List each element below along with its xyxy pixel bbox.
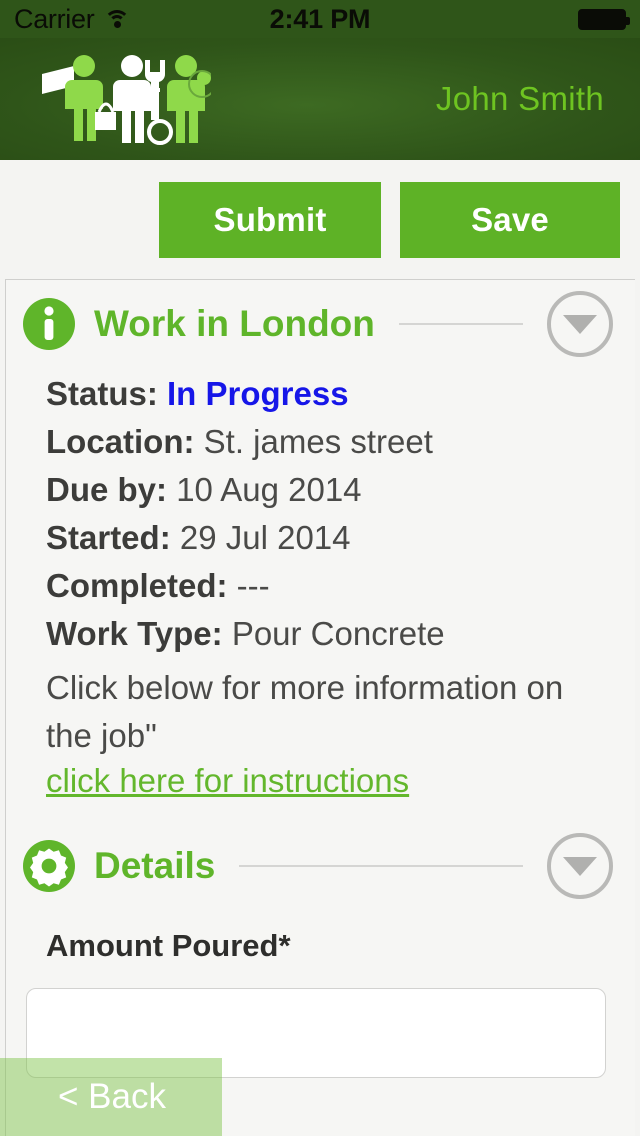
workers-logo-icon: [36, 52, 216, 147]
info-label: Started:: [46, 519, 171, 556]
info-value: St. james street: [203, 423, 433, 460]
info-circle-icon: [22, 297, 76, 351]
app-header: John Smith: [0, 38, 640, 160]
section-divider: [239, 865, 523, 867]
details-section-header[interactable]: Details: [6, 822, 635, 910]
battery-full-icon: [578, 9, 630, 30]
info-label: Due by:: [46, 471, 168, 508]
job-section-chevron-down-icon[interactable]: [547, 291, 613, 357]
status-badge: In Progress: [167, 375, 349, 412]
instructions-link[interactable]: click here for instructions: [46, 762, 409, 800]
info-row-completed: Completed: ---: [46, 562, 635, 610]
user-name-label: John Smith: [435, 80, 604, 117]
info-row-location: Location: St. james street: [46, 418, 635, 466]
status-bar: Carrier 2:41 PM: [0, 0, 640, 38]
details-section-chevron-down-icon[interactable]: [547, 833, 613, 899]
info-label: Work Type:: [46, 615, 223, 652]
info-value: 10 Aug 2014: [176, 471, 362, 508]
info-row-started: Started: 29 Jul 2014: [46, 514, 635, 562]
info-label: Status:: [46, 375, 158, 412]
action-toolbar: Submit Save: [0, 160, 640, 278]
app-screen: Carrier 2:41 PM John Smith Submit Save W…: [0, 0, 640, 1136]
details-section-title: Details: [94, 845, 216, 886]
gear-icon: [22, 839, 76, 893]
info-value: ---: [236, 567, 270, 604]
info-value: Pour Concrete: [231, 615, 445, 652]
job-info-list: Status: In Progress Location: St. james …: [6, 368, 635, 658]
info-value: 29 Jul 2014: [179, 519, 351, 556]
section-divider: [398, 323, 523, 325]
info-row-status: Status: In Progress: [46, 370, 635, 418]
info-row-work-type: Work Type: Pour Concrete: [46, 610, 635, 658]
amount-poured-label: Amount Poured*: [46, 928, 291, 963]
info-label: Location:: [46, 423, 195, 460]
content-card: Work in London Status: In Progress Locat…: [5, 279, 635, 1136]
submit-button[interactable]: Submit: [159, 182, 381, 258]
clock-label: 2:41 PM: [269, 3, 371, 34]
info-row-due-by: Due by: 10 Aug 2014: [46, 466, 635, 514]
job-description: Click below for more information on the …: [46, 669, 564, 754]
back-button[interactable]: < Back: [0, 1058, 222, 1136]
info-label: Completed:: [46, 567, 228, 604]
job-section-header[interactable]: Work in London: [6, 280, 635, 368]
save-button[interactable]: Save: [400, 182, 620, 258]
job-section-title: Work in London: [94, 303, 375, 344]
